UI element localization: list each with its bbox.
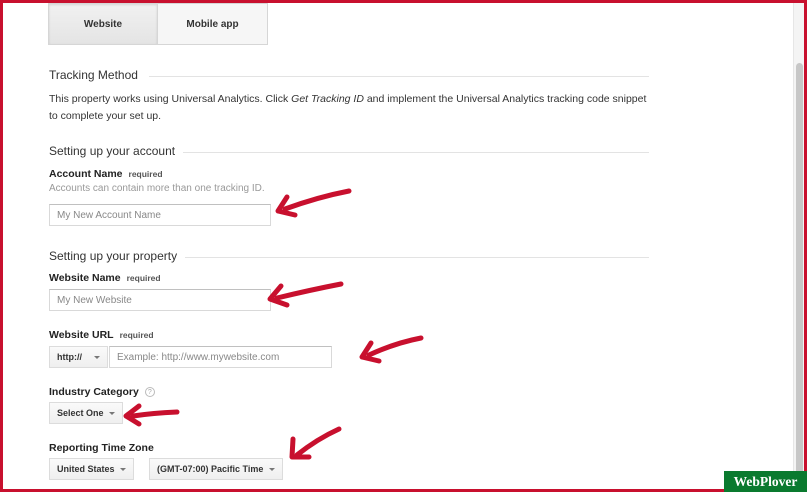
tab-mobile-app[interactable]: Mobile app (158, 3, 268, 45)
website-url-required: required (119, 330, 154, 340)
website-name-label-text: Website Name (49, 272, 121, 284)
get-tracking-id-reference: Get Tracking ID (291, 93, 364, 105)
scrollbar-thumb[interactable] (796, 63, 803, 483)
tracking-method-description: This property works using Universal Anal… (49, 91, 649, 125)
annotation-arrow-icon (123, 403, 180, 427)
tab-website[interactable]: Website (48, 3, 158, 45)
website-url-label: Website URL required (49, 329, 154, 341)
property-section-title: Setting up your property (49, 249, 178, 263)
chevron-down-icon (94, 356, 100, 359)
time-zone-value: (GMT-07:00) Pacific Time (157, 464, 264, 474)
webplover-watermark: WebPlover (724, 471, 807, 492)
account-name-hint: Accounts can contain more than one track… (49, 183, 265, 194)
chevron-down-icon (120, 468, 126, 471)
annotation-arrow-icon (289, 426, 342, 460)
industry-category-value: Select One (57, 408, 104, 418)
tracking-method-title: Tracking Method (49, 68, 138, 82)
annotation-arrow-icon (359, 335, 424, 364)
website-url-input[interactable] (109, 346, 332, 368)
property-section-divider (185, 257, 649, 258)
chevron-down-icon (109, 412, 115, 415)
time-zone-country-select[interactable]: United States (49, 458, 134, 480)
annotation-arrow-icon (275, 188, 352, 218)
description-text-start: This property works using Universal Anal… (49, 93, 292, 105)
website-name-required: required (126, 273, 161, 283)
chevron-down-icon (269, 468, 275, 471)
account-name-input[interactable] (49, 204, 271, 226)
time-zone-select[interactable]: (GMT-07:00) Pacific Time (149, 458, 283, 480)
website-name-input[interactable] (49, 289, 271, 311)
website-url-label-text: Website URL (49, 329, 114, 341)
vertical-scrollbar[interactable] (793, 3, 804, 489)
reporting-time-zone-label: Reporting Time Zone (49, 442, 154, 454)
account-section-divider (183, 152, 649, 153)
account-name-label-text: Account Name (49, 168, 123, 180)
screenshot-frame: Website Mobile app Tracking Method This … (3, 3, 804, 489)
tracking-method-divider (149, 76, 649, 77)
account-section-title: Setting up your account (49, 144, 176, 158)
industry-category-select[interactable]: Select One (49, 402, 123, 424)
account-name-label: Account Name required (49, 168, 163, 180)
industry-category-label-text: Industry Category (49, 386, 139, 398)
account-name-required: required (128, 169, 163, 179)
protocol-select[interactable]: http:// (49, 346, 108, 368)
annotation-arrow-icon (267, 281, 344, 308)
help-icon[interactable]: ? (144, 387, 155, 397)
property-setup-form: Website Mobile app Tracking Method This … (3, 3, 793, 489)
protocol-select-value: http:// (57, 352, 82, 362)
tracking-type-tabs: Website Mobile app (48, 3, 268, 45)
industry-category-label: Industry Category? (49, 386, 155, 398)
time-zone-country-value: United States (57, 464, 115, 474)
website-name-label: Website Name required (49, 272, 161, 284)
